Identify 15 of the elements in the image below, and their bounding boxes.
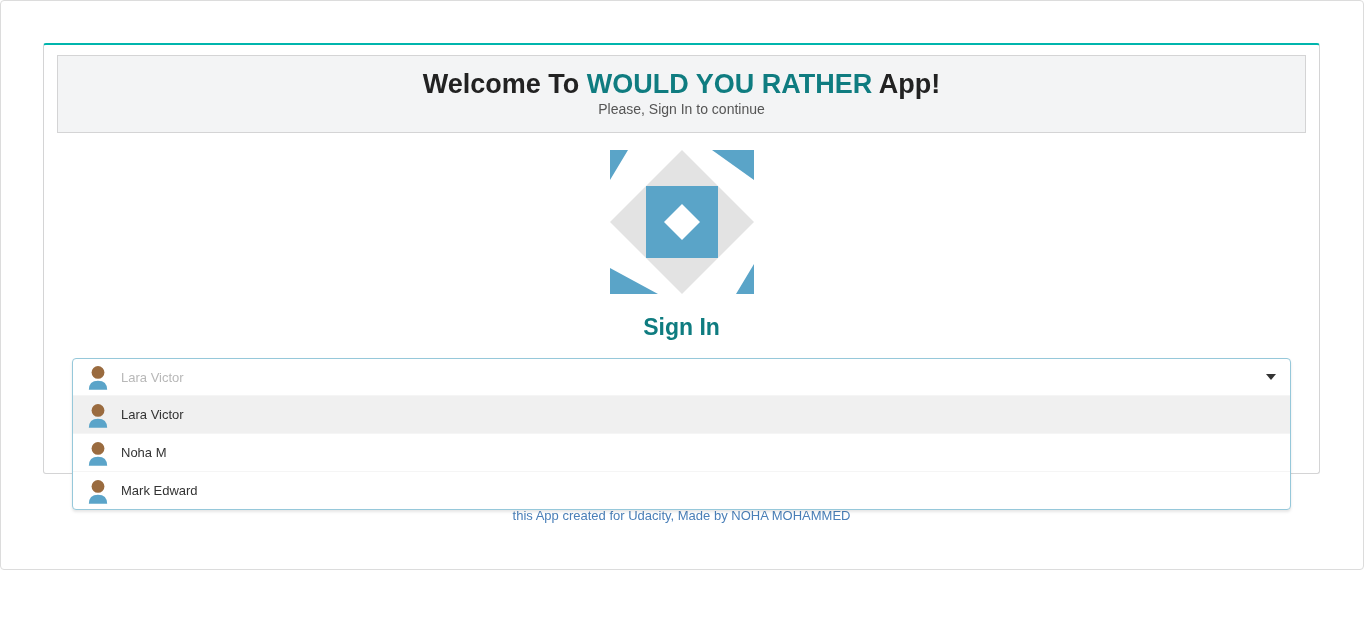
subtitle: Please, Sign In to continue: [598, 101, 765, 117]
avatar-icon: [87, 364, 109, 390]
user-select[interactable]: Lara Victor Lara Victor Noha M Mark Edward: [72, 358, 1291, 510]
logo-icon: [609, 150, 754, 294]
footer-credit: this App created for Udacity, Made by NOHA MOHAMMED: [511, 508, 852, 523]
welcome-title: Welcome To WOULD YOU RATHER App!: [422, 68, 941, 100]
sign-in-heading: Sign In: [643, 314, 720, 341]
user-option[interactable]: Noha M: [73, 433, 1290, 471]
user-option[interactable]: Mark Edward: [73, 471, 1290, 509]
selected-user: Lara Victor: [121, 369, 185, 385]
avatar-icon: [87, 477, 109, 504]
user-option[interactable]: Lara Victor: [73, 395, 1290, 433]
avatar-icon: [87, 401, 109, 428]
avatar-icon: [87, 439, 109, 466]
caret-icon: [1266, 374, 1276, 380]
